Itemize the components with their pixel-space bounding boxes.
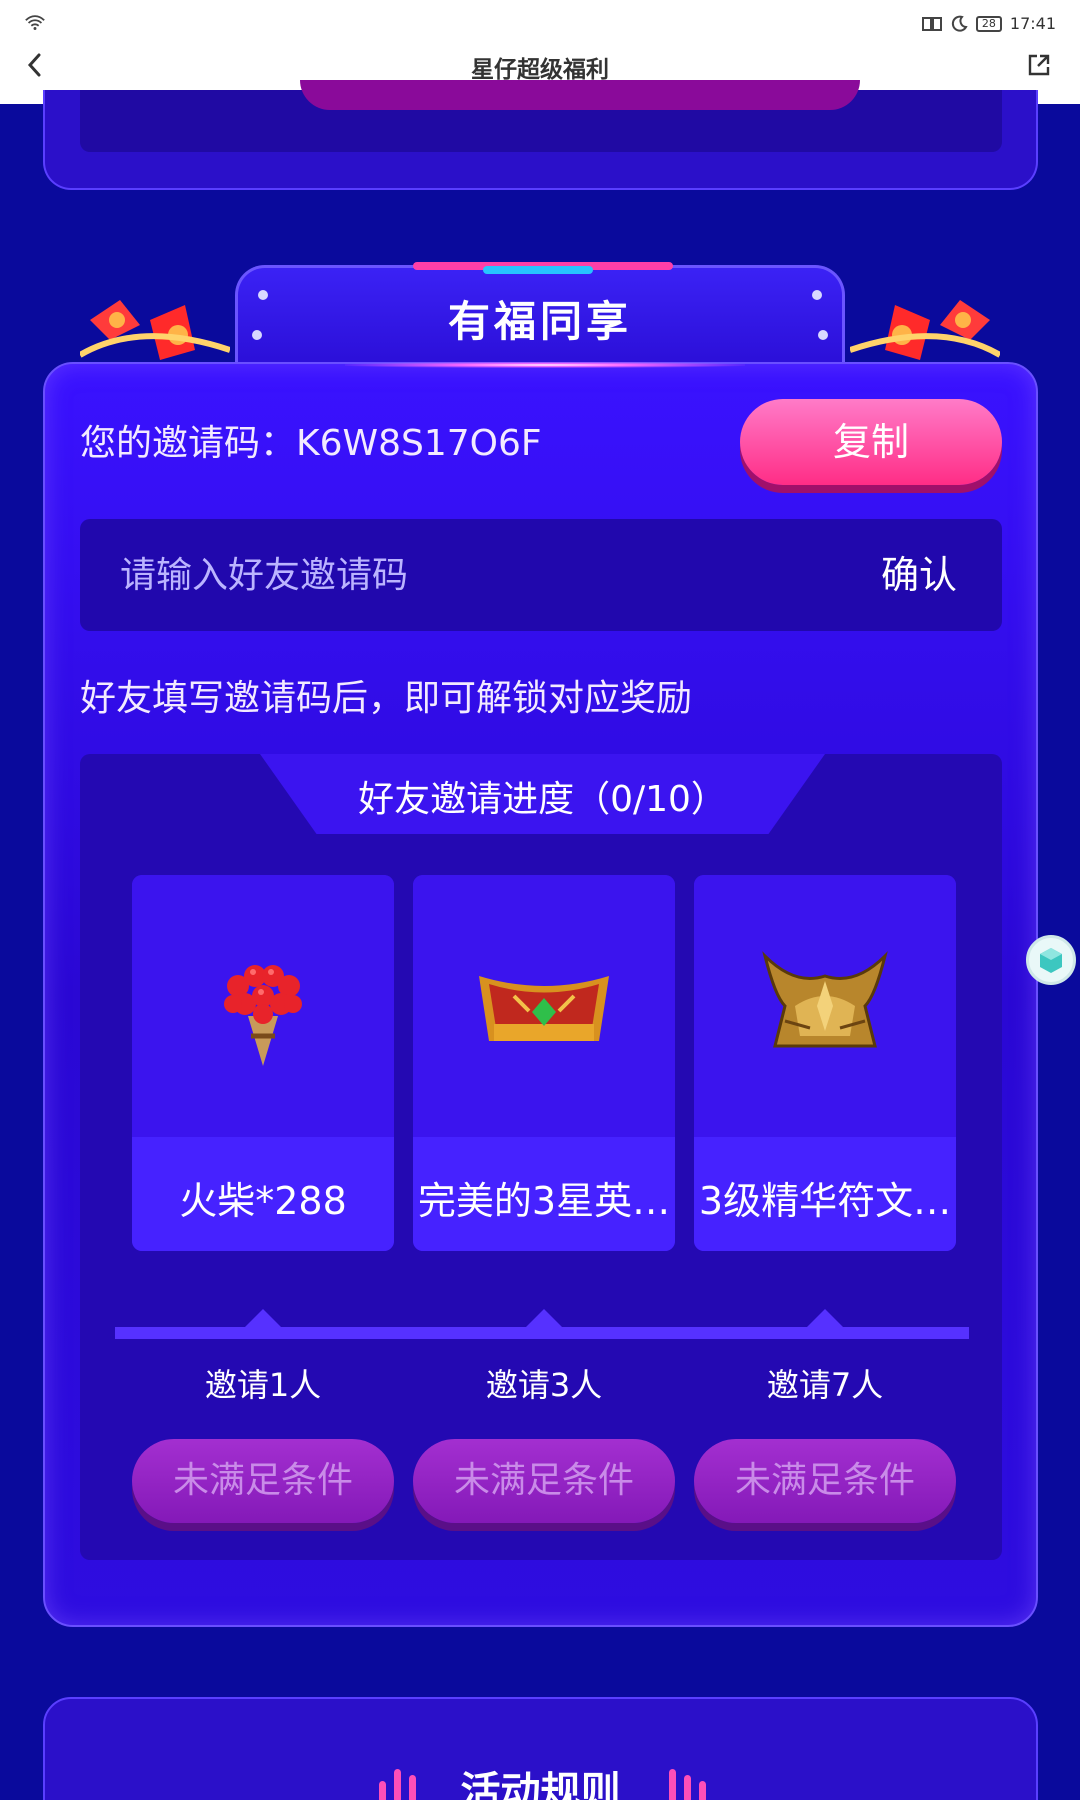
claim-reward-button[interactable]: 未满足条件 — [694, 1439, 956, 1523]
rules-card: 活动规则 — [43, 1697, 1038, 1800]
floating-assistant-icon[interactable] — [1026, 935, 1076, 985]
moon-icon — [951, 15, 968, 32]
wifi-icon — [25, 15, 45, 30]
section-title: 有福同享 — [447, 297, 632, 346]
copy-button[interactable]: 复制 — [740, 399, 1002, 485]
reward-card[interactable]: 火柴*288 — [132, 875, 394, 1251]
progress-title: 好友邀请进度（0/10） — [358, 779, 727, 820]
reward-name-area: 火柴*288 — [132, 1137, 394, 1251]
reward-image-area — [694, 875, 956, 1137]
section-banner: 有福同享 — [80, 255, 1000, 365]
friend-invite-code-input[interactable] — [120, 519, 760, 631]
reward-card[interactable]: 完美的3星英… — [413, 875, 675, 1251]
battery-icon: 28 — [975, 15, 1002, 32]
claim-reward-button[interactable]: 未满足条件 — [132, 1439, 394, 1523]
tier-label: 邀请3人 — [485, 1366, 603, 1404]
book-icon — [921, 16, 942, 31]
reward-name-area: 3级精华符文… — [694, 1137, 956, 1251]
firecracker-decoration-icon — [850, 300, 1000, 360]
reward-name-area: 完美的3星英… — [413, 1137, 675, 1251]
reward-name: 火柴*288 — [179, 1179, 347, 1223]
banner-plate: 有福同享 — [235, 262, 845, 365]
progress-marker — [805, 1309, 845, 1329]
status-time: 17:41 — [1009, 14, 1056, 33]
invite-card: 您的邀请码：K6W8S17O6F 复制 确认 好友填写邀请码后，即可解锁对应奖励… — [43, 362, 1038, 1627]
flower-bouquet-icon — [224, 965, 302, 1066]
reward-image-area — [132, 875, 394, 1137]
banner-top-accent — [413, 262, 673, 274]
status-bar: 28 17:41 — [0, 8, 1080, 40]
tier-label: 邀请7人 — [766, 1366, 884, 1404]
reward-image-area — [413, 875, 675, 1137]
golden-crown-icon — [762, 951, 888, 1048]
previous-section-card — [43, 80, 1038, 190]
reward-name: 完美的3星英… — [417, 1179, 671, 1223]
firecracker-decoration-icon — [80, 300, 230, 360]
progress-marker — [243, 1309, 283, 1329]
previous-section-inner — [80, 80, 1002, 152]
reward-name: 3级精华符文… — [698, 1179, 952, 1223]
my-invite-code: 您的邀请码：K6W8S17O6F — [80, 423, 542, 464]
tier-label: 邀请1人 — [204, 1366, 322, 1404]
glow-line — [345, 362, 745, 368]
banner-top-accent-inner — [483, 266, 593, 274]
share-icon[interactable] — [1026, 52, 1052, 78]
reward-card[interactable]: 3级精华符文… — [694, 875, 956, 1251]
page-title: 星仔超级福利 — [471, 57, 609, 83]
cube-icon — [1040, 948, 1062, 973]
invite-input-row: 确认 — [80, 519, 1002, 631]
confirm-button[interactable]: 确认 — [881, 519, 957, 631]
invite-hint: 好友填写邀请码后，即可解锁对应奖励 — [80, 678, 693, 719]
rules-right-decoration — [665, 1769, 710, 1800]
progress-marker — [524, 1309, 564, 1329]
treasure-chest-icon — [479, 976, 609, 1041]
previous-section-button[interactable] — [300, 80, 860, 110]
rules-title: 活动规则 — [460, 1769, 621, 1800]
invite-progress-panel: 好友邀请进度（0/10） 火柴*288 完美的3星英… 3级精华符文… 邀请1人… — [80, 754, 1002, 1560]
claim-reward-button[interactable]: 未满足条件 — [413, 1439, 675, 1523]
